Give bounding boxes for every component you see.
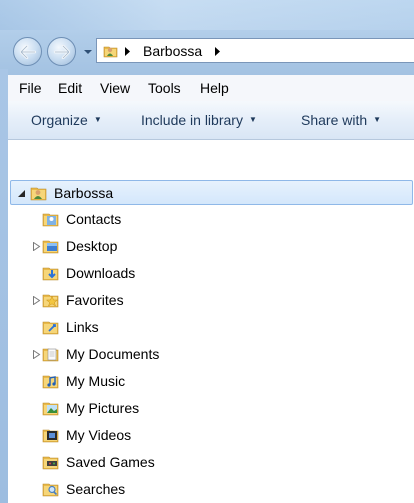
arrow-left-icon xyxy=(19,44,36,59)
tree-item-desktop[interactable]: Desktop xyxy=(10,234,413,259)
breadcrumb-separator-icon[interactable] xyxy=(124,47,131,56)
documents-folder-icon xyxy=(42,348,59,362)
videos-folder-icon xyxy=(42,429,59,443)
tree-item-label: Contacts xyxy=(66,211,122,227)
menu-edit[interactable]: Edit xyxy=(58,79,82,97)
tree-item-label: My Pictures xyxy=(66,400,140,416)
links-folder-icon xyxy=(42,321,59,335)
tree-item-downloads[interactable]: Downloads xyxy=(10,261,413,286)
tree-item-links[interactable]: Links xyxy=(10,315,413,340)
title-glass xyxy=(0,0,414,30)
tree-item-favorites[interactable]: Favorites xyxy=(10,288,413,313)
contacts-folder-icon xyxy=(42,213,59,227)
tree-item-label: Searches xyxy=(66,481,126,497)
back-button[interactable] xyxy=(13,37,42,66)
tree-item-saved-games[interactable]: Saved Games xyxy=(10,450,413,475)
tree-item-label: My Videos xyxy=(66,427,132,443)
tree-item-contacts[interactable]: Contacts xyxy=(10,207,413,232)
chevron-down-icon: ▼ xyxy=(248,115,257,124)
tree-item-label: Links xyxy=(66,319,99,335)
address-bar[interactable]: Barbossa xyxy=(96,38,414,63)
menu-help[interactable]: Help xyxy=(200,79,229,97)
tree-item-my-pictures[interactable]: My Pictures xyxy=(10,396,413,421)
window-frame-left xyxy=(0,69,8,503)
tree-item-barbossa[interactable]: Barbossa xyxy=(10,180,413,205)
searches-folder-icon xyxy=(42,483,59,497)
tree-item-my-documents[interactable]: My Documents xyxy=(10,342,413,367)
collapse-arrow-icon[interactable] xyxy=(17,189,26,198)
tree-item-label: My Documents xyxy=(66,346,160,362)
tree-item-searches[interactable]: Searches xyxy=(10,477,413,502)
tree-item-label: Downloads xyxy=(66,265,136,281)
command-bar: Organize ▼ Include in library ▼ Share wi… xyxy=(8,101,414,140)
menu-view[interactable]: View xyxy=(100,79,130,97)
tree-item-label: My Music xyxy=(66,373,126,389)
music-folder-icon xyxy=(42,375,59,389)
tree-item-label: Favorites xyxy=(66,292,124,308)
share-with-button[interactable]: Share with ▼ xyxy=(301,111,381,129)
user-folder-icon xyxy=(30,187,47,201)
organize-label: Organize xyxy=(31,112,88,128)
tree-item-label: Desktop xyxy=(66,238,118,254)
tree-item-label: Barbossa xyxy=(54,185,114,201)
breadcrumb-separator-icon[interactable] xyxy=(214,47,221,56)
arrow-right-icon xyxy=(53,44,70,59)
recent-pages-dropdown-icon[interactable] xyxy=(83,47,93,57)
breadcrumb-item-barbossa[interactable]: Barbossa xyxy=(143,42,202,60)
include-in-library-label: Include in library xyxy=(141,112,243,128)
tree-item-my-videos[interactable]: My Videos xyxy=(10,423,413,448)
menu-bar: File Edit View Tools Help xyxy=(8,75,414,102)
title-area: Barbossa xyxy=(0,0,414,75)
navigation-pane[interactable]: Barbossa Contacts Desktop Downloads Favorit… xyxy=(8,140,414,503)
chevron-down-icon: ▼ xyxy=(373,115,382,124)
downloads-folder-icon xyxy=(42,267,59,281)
desktop-folder-icon xyxy=(42,240,59,254)
expand-arrow-icon[interactable] xyxy=(32,296,41,305)
tree-item-my-music[interactable]: My Music xyxy=(10,369,413,394)
pictures-folder-icon xyxy=(42,402,59,416)
expand-arrow-icon[interactable] xyxy=(32,350,41,359)
user-folder-icon xyxy=(103,46,118,58)
tree-item-label: Saved Games xyxy=(66,454,155,470)
expand-arrow-icon[interactable] xyxy=(32,242,41,251)
chevron-down-icon: ▼ xyxy=(93,115,102,124)
share-with-label: Share with xyxy=(301,112,368,128)
organize-button[interactable]: Organize ▼ xyxy=(31,111,102,129)
saved-games-folder-icon xyxy=(42,456,59,470)
menu-file[interactable]: File xyxy=(19,79,42,97)
include-in-library-button[interactable]: Include in library ▼ xyxy=(141,111,257,129)
favorites-folder-icon xyxy=(42,294,59,308)
menu-tools[interactable]: Tools xyxy=(148,79,181,97)
forward-button[interactable] xyxy=(47,37,76,66)
